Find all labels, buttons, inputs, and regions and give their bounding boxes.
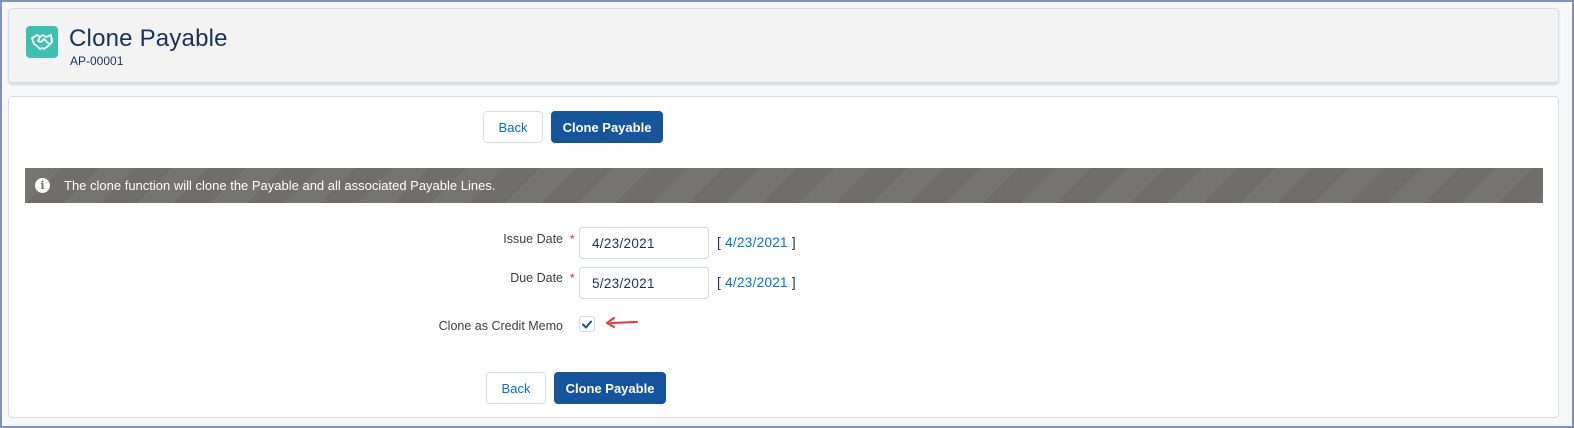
- due-date-input[interactable]: 5/23/2021: [579, 267, 709, 299]
- due-date-original: [ 4/23/2021 ]: [717, 275, 796, 290]
- annotation-arrow-icon: [606, 317, 638, 328]
- due-date-label: Due Date: [510, 271, 563, 285]
- checkmark-icon: [582, 320, 592, 328]
- info-banner: i The clone function will clone the Paya…: [25, 168, 1543, 203]
- page-title: Clone Payable: [69, 25, 228, 52]
- issue-date-original-link[interactable]: 4/23/2021: [725, 235, 788, 250]
- credit-memo-checkbox[interactable]: [579, 316, 595, 332]
- due-date-required-mark: *: [570, 271, 575, 285]
- page-header: Clone Payable AP-00001: [8, 8, 1559, 83]
- back-button-top[interactable]: Back: [483, 111, 543, 143]
- issue-date-required-mark: *: [570, 232, 575, 246]
- window-frame: Clone Payable AP-00001 Back Clone Payabl…: [0, 0, 1574, 428]
- record-id: AP-00001: [70, 54, 124, 68]
- issue-date-original: [ 4/23/2021 ]: [717, 235, 796, 250]
- clone-payable-button-top[interactable]: Clone Payable: [551, 111, 663, 143]
- clone-payable-button-bottom[interactable]: Clone Payable: [554, 372, 666, 404]
- clone-form-card: Back Clone Payable i The clone function …: [8, 96, 1559, 418]
- issue-date-label: Issue Date: [503, 232, 563, 246]
- info-message: The clone function will clone the Payabl…: [64, 178, 496, 193]
- credit-memo-label: Clone as Credit Memo: [438, 319, 563, 333]
- issue-date-input[interactable]: 4/23/2021: [579, 227, 709, 259]
- handshake-icon: [26, 26, 58, 58]
- back-button-bottom[interactable]: Back: [486, 372, 546, 404]
- due-date-original-link[interactable]: 4/23/2021: [725, 275, 788, 290]
- info-icon: i: [35, 178, 50, 193]
